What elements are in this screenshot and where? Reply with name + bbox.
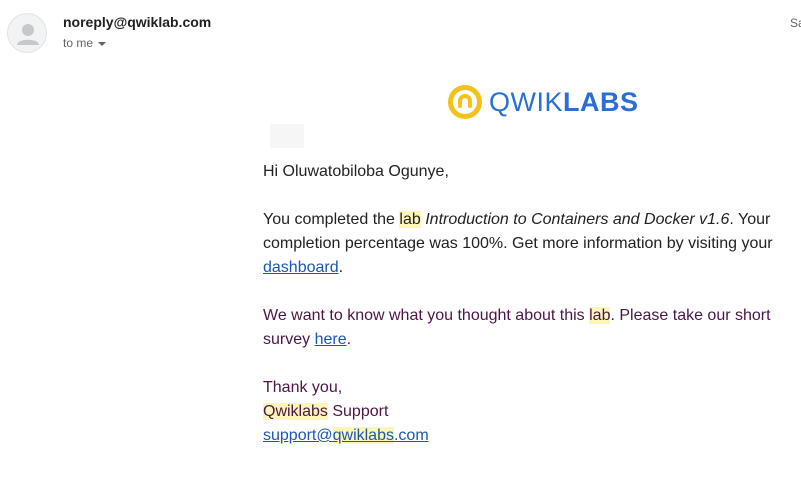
- logo-word-bold: LABS: [563, 87, 639, 117]
- default-avatar-icon: [17, 24, 39, 45]
- sign-off: Thank you,: [263, 379, 343, 396]
- email-brand: qwiklabs: [332, 427, 394, 444]
- survey-paragraph: We want to know what you thought about t…: [263, 304, 783, 352]
- email-pre: support@: [263, 427, 333, 444]
- sender-email[interactable]: noreply@qwiklab.com: [63, 14, 211, 30]
- highlighted-lab: lab: [399, 211, 421, 228]
- recipient-details-toggle[interactable]: to me: [63, 36, 107, 50]
- dashboard-link[interactable]: dashboard: [263, 259, 339, 276]
- caret-down-icon: [98, 41, 107, 46]
- signature-brand: Qwiklabs: [263, 403, 328, 420]
- highlighted-lab-2: lab: [589, 307, 611, 324]
- faded-image-placeholder: [270, 124, 304, 148]
- logo-wordmark: QWIKLABS: [489, 85, 639, 119]
- signature: Thank you, Qwiklabs Support support@qwik…: [263, 376, 783, 448]
- greeting: Hi Oluwatobiloba Ogunye,: [263, 163, 449, 180]
- qwiklabs-logo-icon: [448, 85, 482, 119]
- qwiklabs-logo: QWIKLABS: [447, 84, 639, 120]
- survey-link[interactable]: here: [315, 331, 347, 348]
- p1-end: .: [338, 259, 344, 276]
- email-body: Hi Oluwatobiloba Ogunye, You completed t…: [263, 160, 783, 472]
- p1-text: You completed the: [263, 211, 400, 228]
- p2-end: .: [346, 331, 352, 348]
- to-label: to me: [63, 36, 94, 50]
- lab-title: Introduction to Containers and Docker v1…: [425, 211, 730, 228]
- signature-support: Support: [327, 403, 389, 420]
- logo-word-light: QWIK: [489, 87, 563, 117]
- email-post: .com: [393, 427, 429, 444]
- email-date: Sa: [790, 16, 801, 30]
- completion-paragraph: You completed the lab Introduction to Co…: [263, 208, 783, 280]
- p2-text: We want to know what you thought about t…: [263, 307, 590, 324]
- support-email-link[interactable]: support@qwiklabs.com: [263, 427, 429, 444]
- avatar[interactable]: [7, 13, 47, 53]
